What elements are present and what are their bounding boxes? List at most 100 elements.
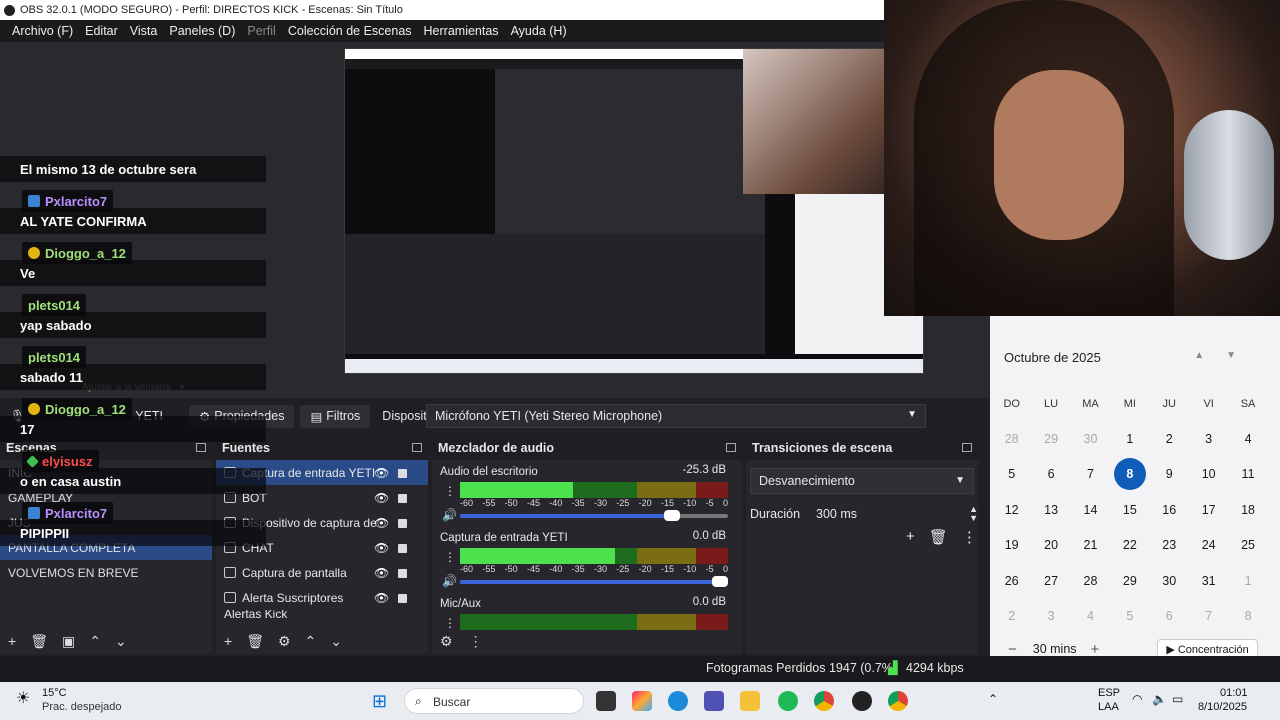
lock-icon[interactable] bbox=[398, 569, 407, 578]
calendar-day[interactable]: 17 bbox=[1189, 503, 1228, 517]
calendar-day[interactable]: 30 bbox=[1071, 432, 1110, 446]
eye-icon[interactable]: 👁 bbox=[374, 466, 389, 480]
calendar-day[interactable]: 27 bbox=[1031, 574, 1070, 588]
undock-icon[interactable] bbox=[726, 443, 736, 452]
calendar-day[interactable]: 5 bbox=[992, 467, 1031, 481]
menu-herramientas[interactable]: Herramientas bbox=[418, 24, 505, 38]
calendar-day[interactable]: 29 bbox=[1110, 574, 1149, 588]
battery-icon[interactable]: ▭ bbox=[1172, 692, 1183, 706]
arrow-down-icon[interactable]: ⌄ bbox=[115, 633, 127, 650]
obs-icon[interactable] bbox=[852, 691, 872, 711]
arrow-up-icon[interactable]: ⌃ bbox=[305, 633, 317, 650]
eye-icon[interactable]: 👁 bbox=[374, 566, 389, 580]
calendar-day[interactable]: 30 bbox=[1150, 574, 1189, 588]
speaker-icon[interactable]: 🔊 bbox=[442, 508, 457, 522]
device-select[interactable]: Micrófono YETI (Yeti Stereo Microphone) … bbox=[426, 404, 926, 428]
minus-icon[interactable]: − bbox=[1008, 641, 1017, 658]
duration-stepper[interactable]: ▲ ▼ bbox=[969, 505, 978, 523]
advanced-audio-icon[interactable]: ⚙ bbox=[440, 633, 453, 650]
calendar-day[interactable]: 6 bbox=[1031, 467, 1070, 481]
calendar-day[interactable]: 11 bbox=[1228, 467, 1267, 481]
lock-icon[interactable] bbox=[398, 494, 407, 503]
wifi-icon[interactable]: ◠ bbox=[1132, 692, 1142, 706]
calendar-day[interactable]: 20 bbox=[1031, 538, 1070, 552]
volume-knob[interactable] bbox=[712, 576, 728, 587]
menu-paneles[interactable]: Paneles (D) bbox=[163, 24, 241, 38]
source-item[interactable]: Alerta Suscriptores 👁 bbox=[216, 585, 428, 610]
eye-icon[interactable]: 👁 bbox=[374, 516, 389, 530]
volume-slider[interactable] bbox=[460, 576, 728, 587]
lock-icon[interactable] bbox=[398, 469, 407, 478]
speaker-icon[interactable]: 🔊 bbox=[442, 574, 457, 588]
calendar-day[interactable]: 26 bbox=[992, 574, 1031, 588]
calendar-day[interactable]: 23 bbox=[1150, 538, 1189, 552]
calendar-day[interactable]: 5 bbox=[1110, 609, 1149, 623]
chrome-icon[interactable] bbox=[814, 691, 834, 711]
clock-time[interactable]: 01:01 bbox=[1220, 687, 1248, 699]
plus-icon[interactable]: + bbox=[1091, 641, 1100, 658]
more-options-icon[interactable]: ⋮ bbox=[962, 528, 977, 546]
next-month-icon[interactable]: ▼ bbox=[1226, 350, 1258, 361]
calendar-day[interactable]: 28 bbox=[992, 432, 1031, 446]
calendar-day-today[interactable]: 8 bbox=[1110, 458, 1149, 491]
taskbar-search[interactable]: ⌕ Buscar bbox=[404, 688, 584, 714]
language-primary[interactable]: ESP bbox=[1098, 687, 1120, 699]
eye-icon[interactable]: 👁 bbox=[374, 591, 389, 605]
calendar-day[interactable]: 24 bbox=[1189, 538, 1228, 552]
language-secondary[interactable]: LAA bbox=[1098, 701, 1119, 713]
calendar-day[interactable]: 12 bbox=[992, 503, 1031, 517]
eye-icon[interactable]: 👁 bbox=[374, 541, 389, 555]
source-item[interactable]: Alertas Kick bbox=[216, 610, 428, 618]
spotify-icon[interactable] bbox=[778, 691, 798, 711]
channel-menu-icon[interactable]: ⋮ bbox=[444, 484, 456, 498]
volume-slider[interactable] bbox=[460, 510, 728, 521]
channel-menu-icon[interactable]: ⋮ bbox=[444, 550, 456, 564]
calendar-day[interactable]: 7 bbox=[1189, 609, 1228, 623]
volume-knob[interactable] bbox=[663, 510, 680, 521]
calendar-day[interactable]: 1 bbox=[1110, 432, 1149, 446]
volume-icon[interactable]: 🔈 bbox=[1152, 692, 1167, 706]
calendar-day[interactable]: 29 bbox=[1031, 432, 1070, 446]
arrow-down-icon[interactable]: ⌄ bbox=[330, 633, 342, 650]
calendar-day[interactable]: 15 bbox=[1110, 503, 1149, 517]
filter-icon[interactable]: ▣ bbox=[62, 633, 75, 650]
transition-select[interactable]: Desvanecimiento ▼ bbox=[750, 468, 974, 494]
chrome-icon[interactable] bbox=[888, 691, 908, 711]
calendar-day[interactable]: 22 bbox=[1110, 538, 1149, 552]
calendar-day[interactable]: 4 bbox=[1071, 609, 1110, 623]
clock-date[interactable]: 8/10/2025 bbox=[1198, 701, 1247, 713]
menu-editar[interactable]: Editar bbox=[79, 24, 124, 38]
calendar-month[interactable]: Octubre de 2025 bbox=[1004, 350, 1101, 365]
menu-archivo[interactable]: Archivo (F) bbox=[6, 24, 79, 38]
undock-icon[interactable] bbox=[412, 443, 422, 452]
lock-icon[interactable] bbox=[398, 519, 407, 528]
calendar-day[interactable]: 21 bbox=[1071, 538, 1110, 552]
calendar-day[interactable]: 4 bbox=[1228, 432, 1267, 446]
arrow-up-icon[interactable]: ⌃ bbox=[89, 633, 101, 650]
prev-month-icon[interactable]: ▲ bbox=[1194, 350, 1226, 361]
add-icon[interactable]: + bbox=[906, 528, 915, 546]
add-icon[interactable]: + bbox=[8, 633, 16, 649]
chevron-up-icon[interactable]: ⌃ bbox=[988, 692, 998, 706]
calendar-day[interactable]: 31 bbox=[1189, 574, 1228, 588]
filters-button[interactable]: ▤ Filtros bbox=[300, 404, 371, 428]
calendar-day[interactable]: 19 bbox=[992, 538, 1031, 552]
calendar-day[interactable]: 18 bbox=[1228, 503, 1267, 517]
calendar-day[interactable]: 28 bbox=[1071, 574, 1110, 588]
lock-icon[interactable] bbox=[398, 544, 407, 553]
calendar-day[interactable]: 10 bbox=[1189, 467, 1228, 481]
eye-icon[interactable]: 👁 bbox=[374, 491, 389, 505]
menu-vista[interactable]: Vista bbox=[124, 24, 164, 38]
task-view-icon[interactable] bbox=[596, 691, 616, 711]
weather-icon[interactable]: ☀ bbox=[16, 688, 30, 708]
calendar-day[interactable]: 2 bbox=[992, 609, 1031, 623]
teams-icon[interactable] bbox=[704, 691, 724, 711]
menu-perfil[interactable]: Perfil bbox=[241, 24, 281, 38]
trash-icon[interactable]: 🗑 bbox=[30, 633, 48, 650]
trash-icon[interactable]: 🗑 bbox=[246, 633, 264, 650]
gear-icon[interactable]: ⚙ bbox=[278, 633, 291, 650]
calendar-day[interactable]: 2 bbox=[1150, 432, 1189, 446]
file-explorer-icon[interactable] bbox=[740, 691, 760, 711]
calendar-day[interactable]: 25 bbox=[1228, 538, 1267, 552]
calendar-day[interactable]: 14 bbox=[1071, 503, 1110, 517]
